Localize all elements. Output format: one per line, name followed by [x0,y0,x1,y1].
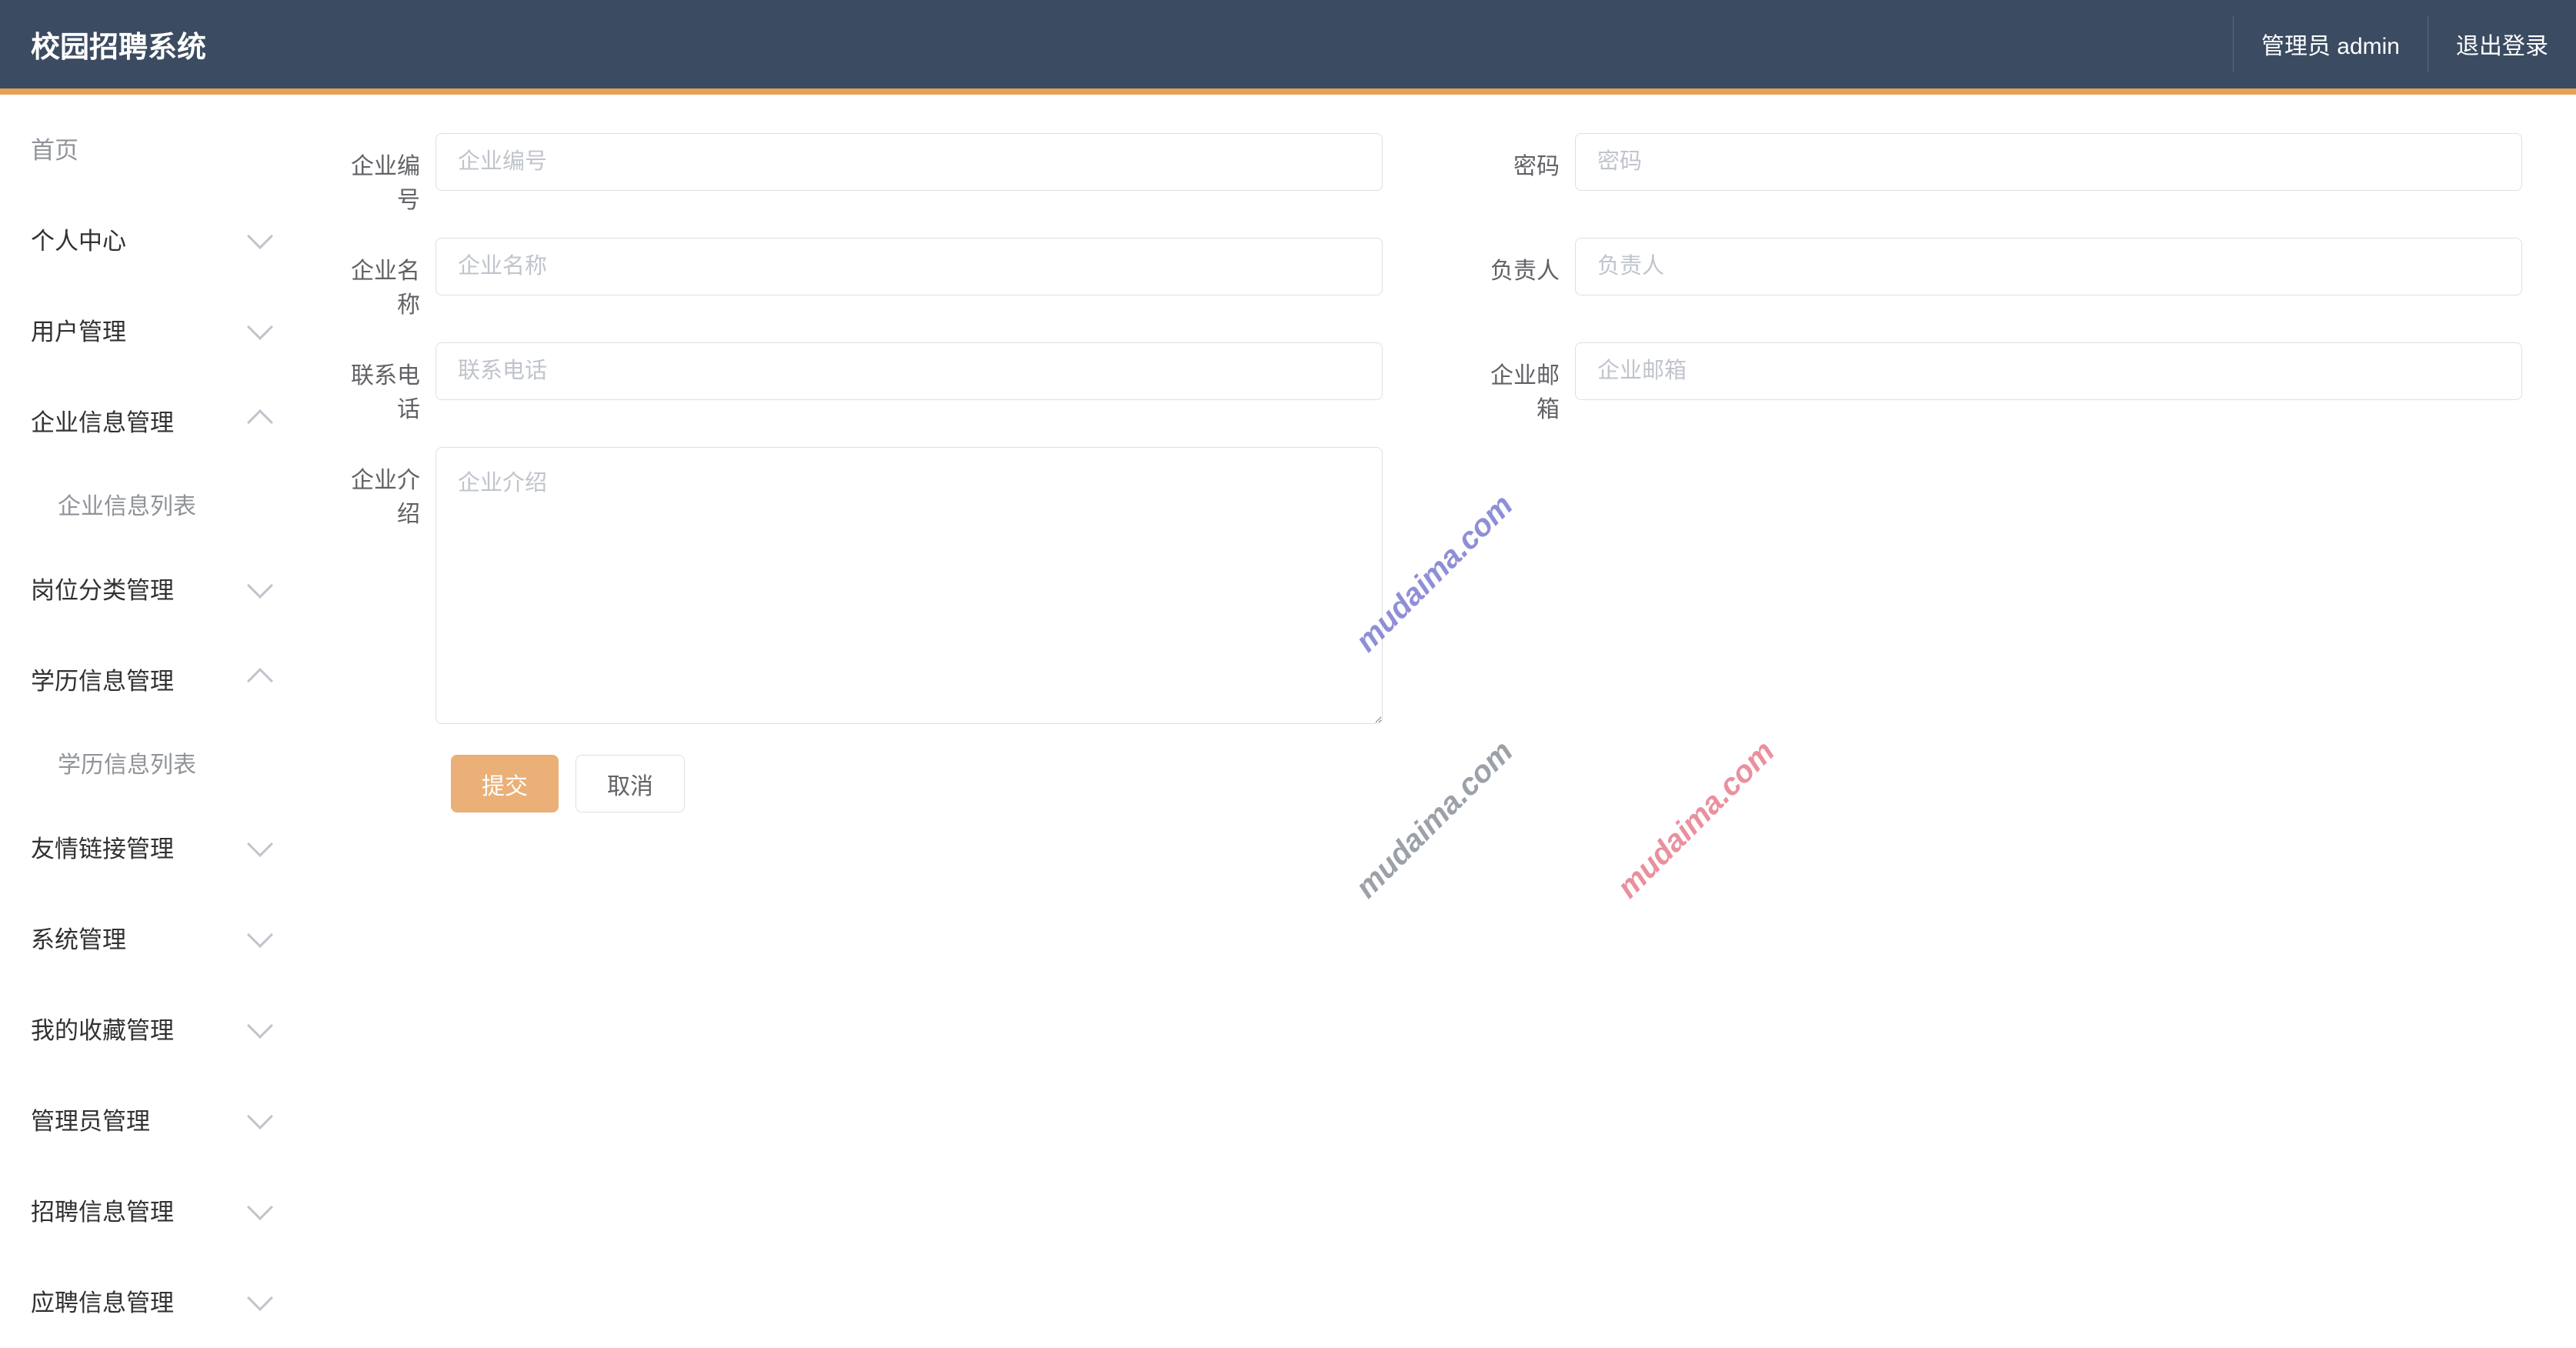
intro-textarea[interactable] [435,447,1383,724]
chevron-down-icon [247,572,273,599]
chevron-up-icon [247,668,273,694]
sidebar-item-admin-mgmt[interactable]: 管理员管理 [0,1073,300,1164]
sidebar-item-label: 用户管理 [31,312,126,347]
enterprise-no-input[interactable] [435,133,1383,191]
sidebar-item-label: 企业信息管理 [31,403,174,438]
chevron-down-icon [247,1285,273,1311]
form-label: 负责人 [1475,238,1575,285]
sidebar-item-enterprise-mgmt[interactable]: 企业信息管理 [0,375,300,465]
logout-button[interactable]: 退出登录 [2428,15,2576,72]
chevron-down-icon [247,1194,273,1220]
user-info[interactable]: 管理员 admin [2233,15,2428,72]
form-group-email: 企业邮箱 [1475,342,2522,424]
page-body: 首页 个人中心 用户管理 企业信息管理 企业信息列表 岗位分类管理 学历信息管理… [0,95,2576,1348]
submit-button[interactable]: 提交 [451,755,559,812]
sidebar-item-apply-mgmt[interactable]: 应聘信息管理 [0,1255,300,1346]
form-label: 密码 [1475,133,1575,181]
form-group-enterprise-name: 企业名称 [335,238,1383,319]
form-label: 企业介绍 [335,447,435,529]
cancel-button[interactable]: 取消 [576,755,685,812]
sidebar-item-label: 学历信息管理 [31,662,174,696]
sidebar-item-education-mgmt[interactable]: 学历信息管理 [0,633,300,724]
sidebar-item-personal[interactable]: 个人中心 [0,193,300,284]
sidebar-item-position-mgmt[interactable]: 岗位分类管理 [0,542,300,633]
header-right: 管理员 admin 退出登录 [2233,0,2576,88]
main-content: 企业编号 密码 企业名称 负责人 联系电话 企 [300,95,2576,1348]
sidebar-item-label: 系统管理 [31,920,126,955]
sidebar-subitem-enterprise-list[interactable]: 企业信息列表 [0,465,300,542]
sidebar-item-label: 我的收藏管理 [31,1011,174,1046]
password-input[interactable] [1575,133,2522,191]
form-label: 联系电话 [335,342,435,424]
manager-input[interactable] [1575,238,2522,295]
chevron-down-icon [247,922,273,948]
sidebar-home-label: 首页 [31,131,78,165]
sidebar-home[interactable]: 首页 [0,102,300,193]
chevron-up-icon [247,409,273,435]
accent-bar [0,88,2576,95]
sidebar-subitem-label: 企业信息列表 [58,487,196,521]
sidebar-item-favorite-mgmt[interactable]: 我的收藏管理 [0,983,300,1073]
enterprise-name-input[interactable] [435,238,1383,295]
sidebar-item-link-mgmt[interactable]: 友情链接管理 [0,801,300,892]
sidebar-item-system-mgmt[interactable]: 系统管理 [0,892,300,983]
chevron-down-icon [247,831,273,857]
app-title: 校园招聘系统 [31,23,206,65]
form-group-enterprise-no: 企业编号 [335,133,1383,215]
sidebar-subitem-label: 学历信息列表 [58,746,196,779]
form-label: 企业邮箱 [1475,342,1575,424]
sidebar-item-user-mgmt[interactable]: 用户管理 [0,284,300,375]
sidebar-item-label: 招聘信息管理 [31,1193,174,1227]
sidebar-item-label: 友情链接管理 [31,829,174,864]
sidebar-item-label: 个人中心 [31,222,126,256]
form-group-manager: 负责人 [1475,238,2522,319]
form-label: 企业名称 [335,238,435,319]
form-label: 企业编号 [335,133,435,215]
chevron-down-icon [247,314,273,340]
sidebar-subitem-education-list[interactable]: 学历信息列表 [0,724,300,801]
sidebar-item-label: 应聘信息管理 [31,1283,174,1318]
chevron-down-icon [247,1013,273,1039]
header: 校园招聘系统 管理员 admin 退出登录 [0,0,2576,88]
chevron-down-icon [247,1103,273,1129]
chevron-down-icon [247,223,273,249]
form-group-intro: 企业介绍 [335,447,1383,724]
sidebar-item-label: 管理员管理 [31,1102,150,1136]
button-row: 提交 取消 [451,755,2522,812]
phone-input[interactable] [435,342,1383,400]
form-group-phone: 联系电话 [335,342,1383,424]
sidebar-item-recruit-mgmt[interactable]: 招聘信息管理 [0,1164,300,1255]
form-group-password: 密码 [1475,133,2522,215]
sidebar-item-label: 岗位分类管理 [31,571,174,606]
email-input[interactable] [1575,342,2522,400]
sidebar: 首页 个人中心 用户管理 企业信息管理 企业信息列表 岗位分类管理 学历信息管理… [0,95,300,1348]
